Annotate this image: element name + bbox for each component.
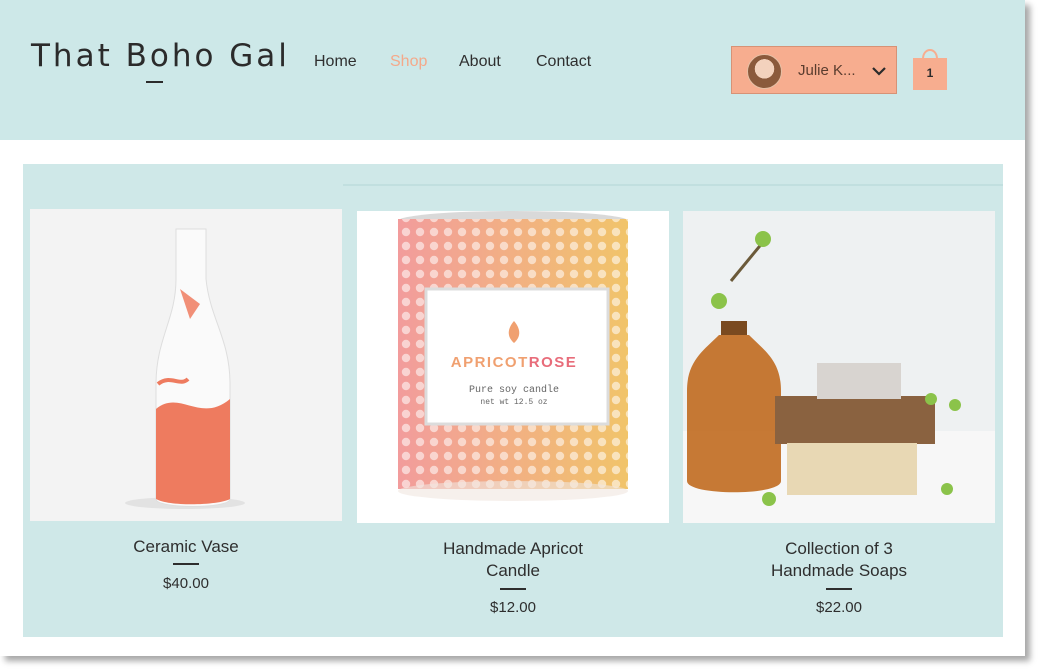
product-price: $22.00 bbox=[816, 599, 862, 616]
nav-contact[interactable]: Contact bbox=[536, 53, 591, 71]
product-title[interactable]: Collection of 3 bbox=[683, 538, 995, 560]
cart-count: 1 bbox=[926, 66, 934, 80]
soaps-illustration bbox=[683, 231, 995, 523]
cart-button[interactable]: 1 bbox=[912, 45, 948, 91]
product-image-vase[interactable] bbox=[30, 209, 342, 521]
candle-brand-b: ROSE bbox=[529, 354, 578, 371]
site-header: That Boho Gal Home Shop About Contact Ju… bbox=[0, 0, 1025, 140]
product-title[interactable]: Ceramic Vase bbox=[30, 536, 342, 558]
user-menu-button[interactable]: Julie K... bbox=[731, 46, 897, 94]
product-title-line2[interactable]: Candle bbox=[357, 560, 669, 582]
product-gallery: Ceramic Vase $40.00 APRICOTROSE Pure soy… bbox=[23, 164, 1003, 637]
candle-label-line1: Pure soy candle bbox=[469, 384, 559, 396]
site-logo[interactable]: That Boho Gal bbox=[31, 38, 290, 74]
nav-about[interactable]: About bbox=[459, 53, 501, 71]
product-image-candle[interactable]: APRICOTROSE Pure soy candle net wt 12.5 … bbox=[357, 211, 669, 523]
title-divider bbox=[173, 563, 199, 565]
title-divider bbox=[826, 588, 852, 590]
vase-illustration bbox=[125, 228, 245, 509]
candle-brand-a: APRICOT bbox=[451, 354, 529, 371]
candle-illustration: APRICOTROSE Pure soy candle net wt 12.5 … bbox=[398, 211, 628, 501]
gallery-divider bbox=[343, 184, 1003, 186]
nav-shop[interactable]: Shop bbox=[390, 53, 427, 71]
product-title[interactable]: Handmade Apricot bbox=[357, 538, 669, 560]
product-image-soaps[interactable] bbox=[683, 211, 995, 523]
logo-underline bbox=[146, 81, 163, 83]
browser-window: That Boho Gal Home Shop About Contact Ju… bbox=[0, 0, 1025, 656]
candle-label-line2: net wt 12.5 oz bbox=[480, 398, 547, 407]
product-price: $12.00 bbox=[490, 599, 536, 616]
title-divider bbox=[500, 588, 526, 590]
chevron-down-icon bbox=[872, 67, 886, 76]
svg-text:APRICOTROSE: APRICOTROSE bbox=[451, 354, 578, 371]
avatar bbox=[747, 54, 782, 89]
user-name: Julie K... bbox=[798, 62, 856, 79]
nav-home[interactable]: Home bbox=[314, 53, 357, 71]
product-price: $40.00 bbox=[163, 575, 209, 592]
product-title-line2[interactable]: Handmade Soaps bbox=[683, 560, 995, 582]
